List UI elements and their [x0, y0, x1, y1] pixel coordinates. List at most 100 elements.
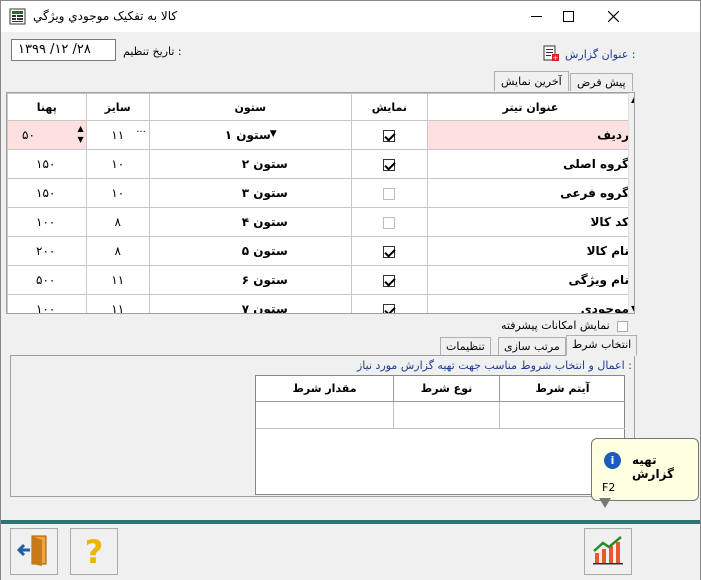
cell-title: کد کالا [426, 207, 634, 237]
cell-title: گروه اصلی [426, 149, 634, 179]
maximize-button[interactable] [545, 1, 591, 32]
condition-hint: اعمال و انتخاب شروط مناسب جهت تهیه گزارش… [357, 359, 632, 372]
size-picker[interactable]: ۱۱ ··· [85, 120, 150, 150]
cell-title: موجودی [426, 294, 634, 313]
table-row[interactable]: ۱۰۰ ۱۱ ستون ۷ موجودی [7, 294, 634, 313]
col-header-title[interactable]: عنوان تیتر [426, 93, 634, 121]
svg-text:+: + [553, 54, 559, 62]
tooltip-title: تهیه گزارش [632, 453, 675, 481]
cell-width: ۲۰۰ [7, 236, 87, 266]
scroll-up-icon[interactable]: ▲ [631, 95, 634, 104]
minimize-icon [530, 15, 542, 18]
cell-width: ۵۰۰ [7, 265, 87, 295]
report-button[interactable] [584, 528, 632, 575]
cell-column: ستون ۵ [148, 236, 352, 266]
width-spinner[interactable]: ۵۰ ▲ ▼ [7, 120, 87, 150]
help-button[interactable]: ? [70, 528, 118, 575]
main-window: كالا به تفكيک موجودي ويژگي ۱۳۹۹ /۱۲ /۲۸ … [0, 0, 701, 580]
cell-title: نام کالا [426, 236, 634, 266]
cell-title: نام ویژگی [426, 265, 634, 295]
cell-width: ۱۰۰ [7, 207, 87, 237]
show-checkbox-cell[interactable] [350, 149, 428, 179]
tab-settings[interactable]: تنظیمات [440, 337, 491, 356]
tab-sorting[interactable]: مرتب سازی [498, 337, 566, 356]
report-title-label: عنوان گزارش : [565, 48, 636, 61]
col-header-column[interactable]: ستون [148, 93, 352, 121]
cell-size: ۸ [85, 207, 150, 237]
cell-size: ۱۰ [85, 178, 150, 208]
tab-condition[interactable]: انتخاب شرط [566, 335, 638, 356]
advanced-label: نمایش امکانات پیشرفته [501, 319, 610, 332]
show-checkbox-cell[interactable] [350, 236, 428, 266]
show-checkbox-cell[interactable] [350, 265, 428, 295]
show-checkbox[interactable] [383, 274, 396, 287]
help-icon: ? [84, 532, 104, 571]
col-header-size[interactable]: سایز [85, 93, 150, 121]
cell-column: ستون ۷ [148, 294, 352, 313]
show-checkbox[interactable] [383, 187, 396, 200]
window-title: كالا به تفكيک موجودي ويژگي [33, 9, 178, 23]
show-checkbox-cell[interactable] [350, 207, 428, 237]
cell-width: ۱۰۰ [7, 294, 87, 313]
show-checkbox[interactable] [383, 245, 396, 258]
show-checkbox[interactable] [383, 303, 396, 313]
cond-header-value[interactable]: مقدار شرط [256, 376, 394, 402]
show-checkbox-cell[interactable] [350, 120, 428, 150]
cell-column: ستون ۴ [148, 207, 352, 237]
scroll-down-icon[interactable]: ▼ [631, 304, 634, 313]
cell-size: ۸ [85, 236, 150, 266]
ellipsis-icon[interactable]: ··· [136, 127, 146, 138]
cond-cell-value[interactable] [256, 402, 394, 429]
exit-icon [16, 532, 52, 571]
cell-title: ردیف [426, 120, 634, 150]
cond-cell-item[interactable] [500, 402, 625, 429]
table-row[interactable]: ۱۵۰ ۱۰ ستون ۳ گروه فرعی [7, 178, 634, 208]
exit-button[interactable] [10, 528, 58, 575]
show-checkbox-cell[interactable] [350, 294, 428, 313]
report-chart-icon [591, 533, 625, 570]
col-header-width[interactable]: پهنا [7, 93, 87, 121]
cond-header-item[interactable]: آیتم شرط [500, 376, 625, 402]
table-row[interactable]: ۵۰ ▲ ▼ ۱۱ ··· ستون ۱ ▼ ردیف [7, 120, 634, 150]
cell-column: ستون ۱ [224, 128, 271, 142]
cell-column: ستون ۶ [148, 265, 352, 295]
table-row[interactable]: ۵۰۰ ۱۱ ستون ۶ نام ویژگی [7, 265, 634, 295]
cell-column: ستون ۳ [148, 178, 352, 208]
grid-scrollbar[interactable]: ▲ ▼ [628, 93, 634, 313]
app-icon [9, 8, 26, 25]
cond-cell-type[interactable] [394, 402, 500, 429]
cond-header-type[interactable]: نوع شرط [394, 376, 500, 402]
cell-size: ۱۰ [85, 149, 150, 179]
show-checkbox[interactable] [383, 216, 396, 229]
tab-last-display[interactable]: آخرین نمایش [494, 71, 569, 91]
cell-column: ستون ۲ [148, 149, 352, 179]
table-row[interactable]: ۱۵۰ ۱۰ ستون ۲ گروه اصلی [7, 149, 634, 179]
advanced-checkbox[interactable] [617, 320, 629, 332]
tooltip-pointer [599, 498, 611, 508]
table-row[interactable]: ۲۰۰ ۸ ستون ۵ نام کالا [7, 236, 634, 266]
cell-width: ۱۵۰ [7, 149, 87, 179]
advanced-option[interactable]: نمایش امکانات پیشرفته [501, 319, 629, 332]
cell-size: ۱۱ [111, 128, 125, 142]
date-field[interactable]: ۱۳۹۹ /۱۲ /۲۸ [11, 39, 116, 61]
report-title-icon[interactable]: + [542, 45, 560, 63]
table-row[interactable]: ۱۰۰ ۸ ستون ۴ کد کالا [7, 207, 634, 237]
chevron-down-icon: ▼ [269, 129, 277, 139]
column-select[interactable]: ستون ۱ ▼ [148, 120, 352, 150]
show-checkbox[interactable] [383, 129, 396, 142]
cell-width: ۱۵۰ [7, 178, 87, 208]
cell-title: گروه فرعی [426, 178, 634, 208]
title-bar: كالا به تفكيک موجودي ويژگي [1, 1, 700, 32]
cell-size: ۱۱ [85, 265, 150, 295]
close-icon [607, 11, 619, 22]
tab-default[interactable]: پیش فرض [570, 73, 633, 91]
columns-grid: پهنا سایز ستون نمایش عنوان تیتر ۵۰ ▲ ▼ ۱۱… [6, 92, 635, 314]
show-checkbox-cell[interactable] [350, 178, 428, 208]
col-header-show[interactable]: نمایش [350, 93, 428, 121]
maximize-icon [562, 11, 574, 22]
report-tooltip: i تهیه گزارش F2 [591, 438, 699, 501]
columns-table: پهنا سایز ستون نمایش عنوان تیتر ۵۰ ▲ ▼ ۱۱… [7, 93, 634, 313]
spinner-arrows-icon[interactable]: ▲ ▼ [77, 123, 83, 145]
show-checkbox[interactable] [383, 158, 396, 171]
close-button[interactable] [590, 1, 636, 32]
